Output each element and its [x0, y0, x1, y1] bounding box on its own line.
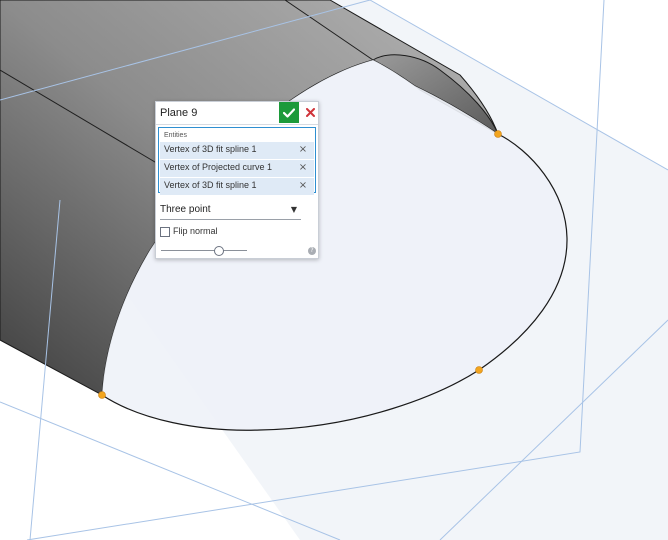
entities-selection-box[interactable]: Entities Vertex of 3D fit spline 1 × Ver… — [158, 127, 316, 195]
slider-thumb[interactable] — [214, 246, 225, 256]
feature-name-input[interactable] — [158, 103, 280, 122]
dialog-header — [156, 102, 318, 125]
plane-type-dropdown[interactable]: Three point ▼ — [160, 203, 301, 220]
vertex-point-2[interactable] — [475, 366, 483, 374]
entity-label: Vertex of Projected curve 1 — [164, 162, 273, 172]
remove-icon[interactable]: × — [298, 144, 308, 156]
remove-icon[interactable]: × — [298, 162, 308, 174]
entity-item[interactable]: Vertex of 3D fit spline 1 × — [160, 178, 314, 195]
entity-label: Vertex of 3D fit spline 1 — [164, 180, 257, 190]
plane-size-slider[interactable] — [161, 245, 247, 257]
vertex-point-3[interactable] — [98, 391, 106, 399]
remove-icon[interactable]: × — [298, 180, 308, 192]
vertex-point-1[interactable] — [494, 130, 502, 138]
flip-normal-label: Flip normal — [173, 226, 218, 236]
accept-button[interactable] — [279, 102, 299, 123]
entity-label: Vertex of 3D fit spline 1 — [164, 144, 257, 154]
plane-feature-dialog: Entities Vertex of 3D fit spline 1 × Ver… — [155, 101, 319, 259]
flip-normal-row: Flip normal — [160, 226, 270, 240]
entity-item[interactable]: Vertex of 3D fit spline 1 × — [160, 142, 314, 159]
slider-track[interactable] — [161, 250, 247, 251]
entity-item[interactable]: Vertex of Projected curve 1 × — [160, 160, 314, 177]
3d-viewport[interactable] — [0, 0, 668, 540]
checkmark-icon — [283, 107, 295, 118]
chevron-down-icon: ▼ — [290, 205, 297, 214]
help-icon[interactable]: ? — [308, 247, 316, 255]
close-icon — [305, 108, 315, 117]
flip-normal-checkbox[interactable] — [160, 227, 170, 237]
cancel-button[interactable] — [302, 103, 318, 122]
entities-label: Entities — [164, 132, 187, 139]
plane-type-value: Three point — [160, 204, 211, 215]
